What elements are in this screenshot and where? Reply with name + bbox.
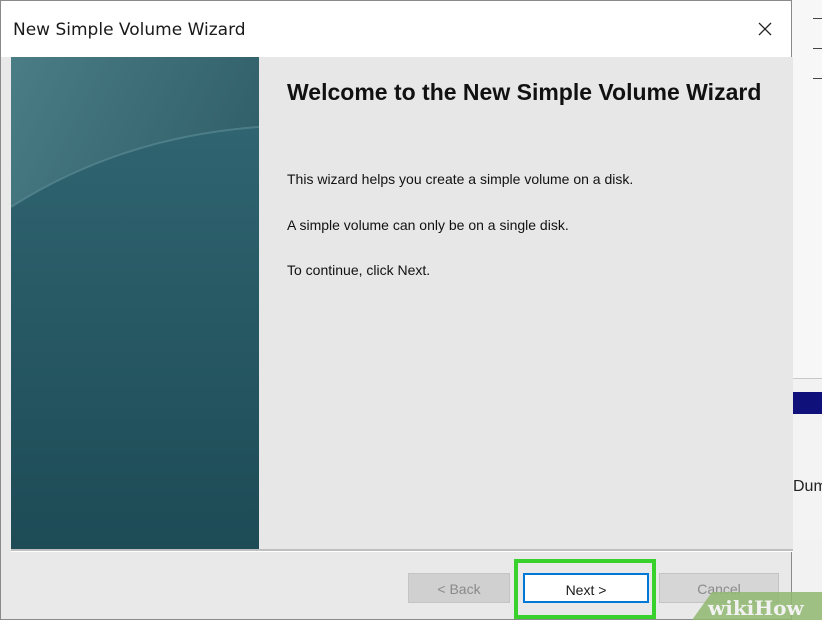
wizard-description: This wizard helps you create a simple vo… [287, 171, 634, 187]
back-button[interactable]: < Back [408, 573, 510, 603]
button-divider [11, 549, 793, 552]
background-tick [813, 18, 822, 19]
wizard-description: A simple volume can only be on a single … [287, 217, 569, 233]
background-panel [791, 0, 822, 379]
cancel-button[interactable]: Cancel [659, 573, 779, 603]
close-button[interactable] [739, 1, 791, 57]
background-window: Dum [790, 0, 822, 620]
wizard-instruction: To continue, click Next. [287, 262, 431, 278]
title-bar[interactable]: New Simple Volume Wizard [1, 1, 791, 57]
window-title: New Simple Volume Wizard [13, 20, 246, 40]
next-button[interactable]: Next > [523, 573, 649, 603]
wizard-window: New Simple Volume Wizard Welcome to the … [0, 0, 793, 620]
wizard-side-banner [11, 57, 259, 549]
background-disk-bar [791, 392, 822, 414]
banner-graphic [11, 57, 259, 549]
background-tick [813, 48, 822, 49]
close-icon [758, 22, 772, 36]
background-tick [813, 78, 822, 79]
wizard-heading: Welcome to the New Simple Volume Wizard [287, 79, 762, 105]
wizard-content: Welcome to the New Simple Volume Wizard … [11, 57, 793, 549]
background-partial-text: Dum [793, 478, 822, 495]
